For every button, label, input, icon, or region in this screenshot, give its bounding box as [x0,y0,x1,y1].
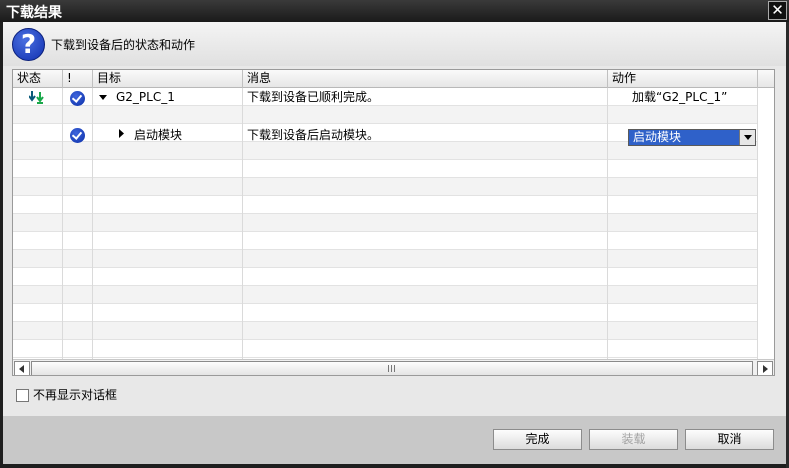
grip-icon [388,365,395,372]
title-bar: 下载结果 ✕ [0,0,789,22]
column-divider [242,88,243,360]
row-action: 加载“G2_PLC_1” [632,90,728,104]
cancel-button[interactable]: 取消 [685,429,774,450]
help-icon: ? [12,28,45,61]
action-dropdown[interactable]: 启动模块 [628,129,756,146]
download-arrows-icon [29,91,44,104]
table-row [13,196,758,214]
header-row: ? 下载到设备后的状态和动作 [3,22,786,66]
header-text: 下载到设备后的状态和动作 [51,38,196,52]
load-button[interactable]: 装载 [589,429,678,450]
column-divider [757,88,758,360]
column-header-status[interactable]: 状态 [13,70,63,88]
table-row [13,250,758,268]
column-divider [607,88,608,360]
horizontal-scrollbar[interactable] [13,359,774,375]
dont-show-checkbox[interactable] [16,389,29,402]
dialog-body: ? 下载到设备后的状态和动作 状态 ! 目标 消息 动作 G2_PLC_1 下载… [3,22,786,464]
table-row [13,232,758,250]
results-table: 状态 ! 目标 消息 动作 G2_PLC_1 下载到设备已顺利完成。 加载“G2… [12,69,775,376]
table-row [13,286,758,304]
column-header-action[interactable]: 动作 [608,70,758,88]
dont-show-label: 不再显示对话框 [33,388,118,402]
column-divider [62,88,63,360]
finish-button[interactable]: 完成 [493,429,582,450]
scroll-right-icon[interactable] [757,361,773,375]
row-message: 下载到设备已顺利完成。 [247,90,380,104]
window-title: 下载结果 [6,5,62,21]
table-row [13,106,758,124]
button-bar: 完成 装载 取消 [3,416,786,464]
close-icon[interactable]: ✕ [768,1,787,20]
column-header-message[interactable]: 消息 [243,70,608,88]
table-row [13,268,758,286]
column-divider [92,88,93,360]
table-row [13,178,758,196]
table-row [13,304,758,322]
table-row [13,322,758,340]
check-icon [70,128,85,143]
column-header-alert[interactable]: ! [63,70,93,88]
row-message: 下载到设备后启动模块。 [247,128,380,142]
row-target: G2_PLC_1 [116,90,175,104]
expand-down-icon[interactable] [99,95,107,101]
download-results-dialog: 下载结果 ✕ ? 下载到设备后的状态和动作 状态 ! 目标 消息 动作 G2_P… [0,0,789,468]
chevron-down-icon[interactable] [739,130,755,145]
table-row [13,160,758,178]
table-row [13,340,758,358]
scroll-left-icon[interactable] [14,361,30,375]
scrollbar-thumb[interactable] [31,361,753,375]
column-header-filler [758,70,774,88]
table-row [13,214,758,232]
table-header: 状态 ! 目标 消息 动作 [13,70,774,88]
check-icon [70,91,85,106]
column-header-target[interactable]: 目标 [93,70,243,88]
expand-right-icon[interactable] [119,129,125,138]
row-target: 启动模块 [134,128,183,142]
action-dropdown-value: 启动模块 [633,130,682,144]
